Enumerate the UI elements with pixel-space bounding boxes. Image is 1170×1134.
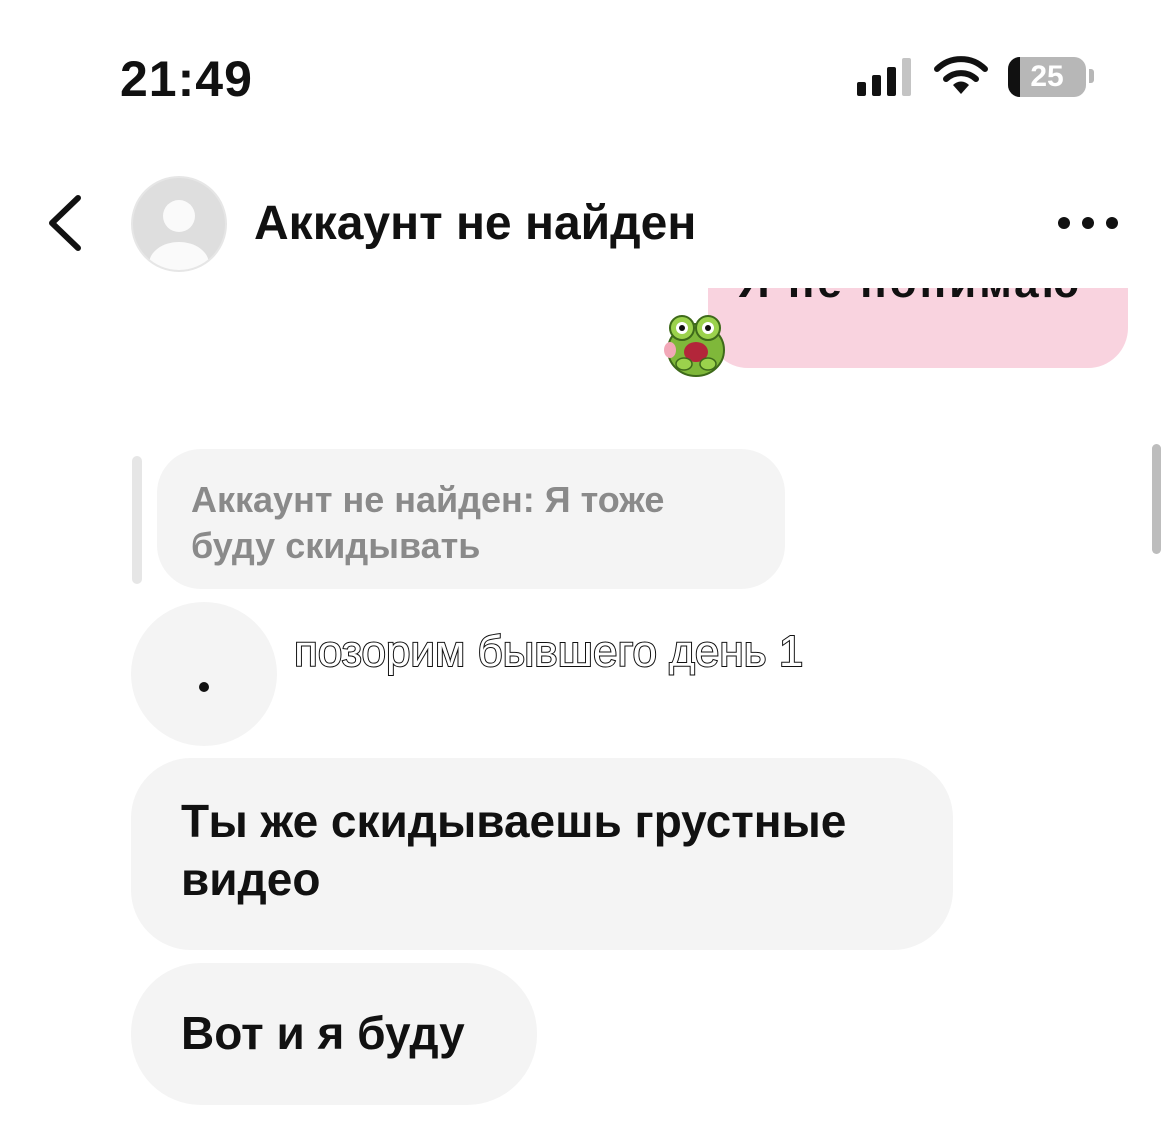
media-dot (199, 682, 209, 692)
chat-title[interactable]: Аккаунт не найден (254, 196, 696, 251)
battery-level: 25 (1030, 60, 1064, 93)
more-horizontal-icon[interactable] (1056, 210, 1120, 236)
media-caption: позорим бывшего день 1 (293, 626, 804, 677)
default-avatar-icon (149, 200, 209, 270)
sent-message-text: Я не понимаю (738, 288, 1082, 308)
sent-message[interactable]: Я не понимаю (690, 288, 1130, 372)
signal-icon (857, 58, 911, 96)
message-bubble[interactable]: Вот и я буду (131, 963, 537, 1105)
wifi-icon (934, 56, 988, 94)
battery-nub (1089, 69, 1094, 83)
avatar[interactable] (131, 176, 227, 272)
scrollbar[interactable] (1152, 444, 1161, 554)
frog-sticker (664, 315, 725, 377)
chevron-left-icon[interactable] (40, 192, 90, 254)
shared-media-bubble[interactable] (131, 602, 277, 746)
status-time: 21:49 (120, 51, 253, 107)
reply-quote[interactable]: Аккаунт не найден: Я тоже буду скидывать (157, 449, 785, 589)
message-bubble[interactable]: Ты же скидываешь грустные видео (131, 758, 953, 950)
battery-icon: 25 (1008, 57, 1086, 97)
reply-quote-bar (132, 456, 142, 584)
